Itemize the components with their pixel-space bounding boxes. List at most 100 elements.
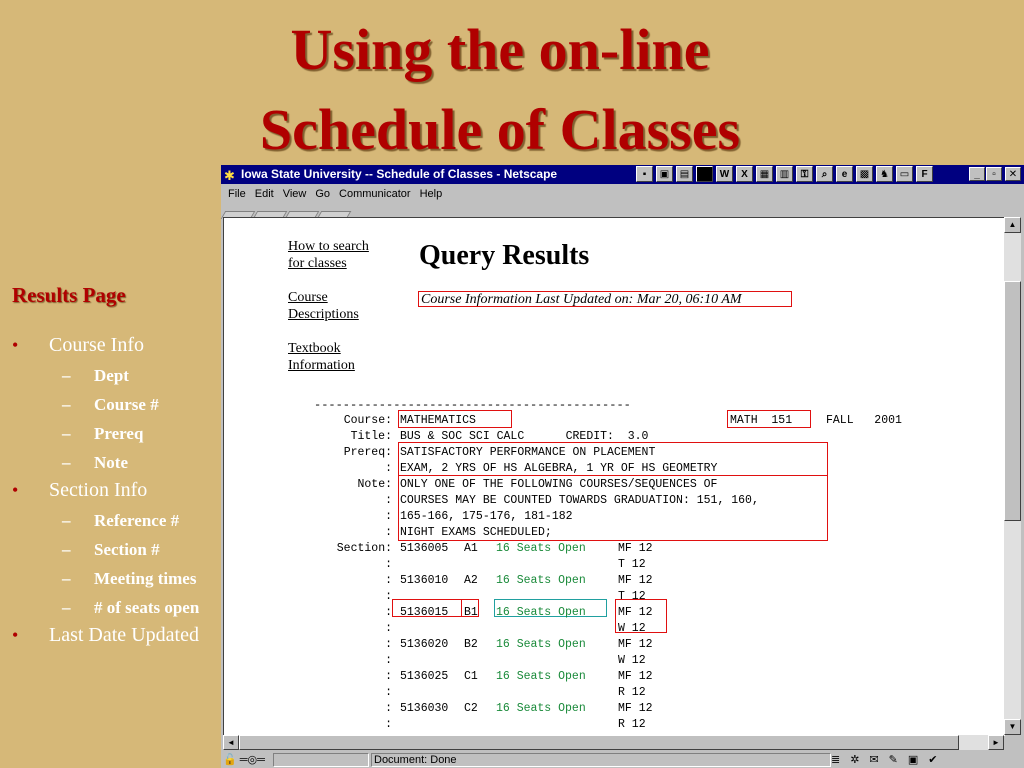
section-number: B1 — [464, 606, 478, 619]
seats-open: 16 Seats Open — [496, 702, 586, 715]
checklist-icon[interactable]: ✔ — [928, 752, 937, 768]
sub-bullet-label: Section # — [94, 540, 160, 559]
section-colon: : — [385, 574, 392, 587]
menu-item-view[interactable]: View — [283, 188, 307, 200]
scroll-left-arrow[interactable]: ◄ — [223, 735, 239, 750]
seats-open: 16 Seats Open — [496, 606, 586, 619]
sub-bullet-item: – Dept — [12, 361, 222, 390]
sub-bullet-item: – Course # — [12, 390, 222, 419]
note-colon-2: : — [385, 510, 392, 523]
tray-icon-8[interactable]: ♞ — [876, 166, 893, 182]
ie-icon[interactable]: e — [836, 166, 853, 182]
netscape-icon: ✱ — [224, 168, 235, 183]
section-colon: : — [385, 702, 392, 715]
query-results-heading: Query Results — [419, 240, 590, 271]
tray-icon-4[interactable]: █ — [696, 166, 713, 182]
scroll-down-arrow[interactable]: ▼ — [1004, 719, 1021, 735]
tray-icon-2[interactable]: ▣ — [656, 166, 673, 182]
meeting-time: MF 12 — [618, 574, 653, 587]
status-text: Document: Done — [374, 754, 457, 766]
meeting-time: W 12 — [618, 654, 646, 667]
results-page-heading: Results Page — [12, 283, 126, 307]
tray-icon-9[interactable]: ▭ — [896, 166, 913, 182]
tray-icon-6[interactable]: ▥ — [776, 166, 793, 182]
note-colon-1: : — [385, 494, 392, 507]
bullet-list: • Course Info – Dept – Course # – Prereq – Note • S… — [12, 332, 222, 651]
meeting-time: MF 12 — [618, 606, 653, 619]
minimize-button[interactable]: _ — [969, 167, 985, 181]
menu-item-file[interactable]: File — [228, 188, 246, 200]
mail-icon[interactable]: ✉ — [869, 752, 878, 768]
section-number: A2 — [464, 574, 478, 587]
meeting-time: MF 12 — [618, 638, 653, 651]
note-highlight — [398, 475, 828, 541]
meeting-time: R 12 — [618, 686, 646, 699]
discussion-icon[interactable]: ✎ — [889, 752, 898, 768]
slide-title-line2: Schedule of Classes — [259, 97, 741, 162]
menu-item-edit[interactable]: Edit — [255, 188, 274, 200]
course-term: FALL 2001 — [826, 414, 902, 427]
messenger-icon[interactable]: ✲ — [850, 752, 859, 768]
section-reference-number: 5136010 — [400, 574, 449, 587]
find-icon[interactable]: ⌕ — [816, 166, 833, 182]
bullet-item: • Last Date Updated — [12, 622, 222, 649]
sub-bullet-label: Prereq — [94, 424, 144, 443]
seats-open: 16 Seats Open — [496, 542, 586, 555]
course-descriptions-link[interactable]: Course Descriptions — [288, 289, 388, 323]
browser-window: ✱ Iowa State University -- Schedule of C… — [220, 165, 1024, 768]
ftp-icon[interactable]: F — [916, 166, 933, 182]
menu-item-communicator[interactable]: Communicator — [339, 188, 411, 200]
how-to-search-link[interactable]: How to search for classes — [288, 238, 388, 272]
sub-bullet-dash: – — [62, 395, 71, 414]
bullet-label: Course Info — [49, 334, 144, 356]
meeting-time: T 12 — [618, 558, 646, 571]
scroll-right-arrow[interactable]: ► — [988, 735, 1004, 750]
bullet-dot: • — [12, 335, 19, 355]
menu-item-go[interactable]: Go — [315, 188, 330, 200]
sub-bullet-dash: – — [62, 569, 71, 588]
tray-icon-7[interactable]: ▩ — [856, 166, 873, 182]
horizontal-scroll-thumb[interactable] — [239, 735, 959, 750]
sub-bullet-item: – Section # — [12, 535, 222, 564]
key-icon[interactable]: ⚿ — [796, 166, 813, 182]
navigator-icon[interactable]: ≣ — [831, 752, 840, 768]
sub-bullet-label: # of seats open — [94, 598, 200, 617]
word-icon[interactable]: W — [716, 166, 733, 182]
maximize-button[interactable]: ▫ — [986, 167, 1002, 181]
note-colon-3: : — [385, 526, 392, 539]
menu-bar: File Edit View Go Communicator Help — [221, 185, 1024, 203]
tray-icon-1[interactable]: ▪ — [636, 166, 653, 182]
window-title: Iowa State University -- Schedule of Cla… — [241, 167, 558, 181]
course-label: Course: — [343, 414, 392, 427]
excel-icon[interactable]: X — [736, 166, 753, 182]
meeting-time: MF 12 — [618, 670, 653, 683]
scroll-up-arrow[interactable]: ▲ — [1004, 217, 1021, 233]
section-colon: : — [385, 718, 392, 731]
sub-bullet-item: – # of seats open — [12, 593, 222, 622]
toolbar-collapse-tabs[interactable] — [220, 206, 1013, 219]
tray-icon-5[interactable]: ▦ — [756, 166, 773, 182]
security-lock-icon[interactable]: 🔓 ═◎═ — [223, 752, 273, 768]
composer-icon[interactable]: ▣ — [908, 752, 918, 768]
sub-bullet-dash: – — [62, 598, 71, 617]
seats-open: 16 Seats Open — [496, 670, 586, 683]
seats-open: 16 Seats Open — [496, 574, 586, 587]
menu-item-help[interactable]: Help — [420, 188, 443, 200]
section-label: Section: — [336, 542, 392, 555]
horizontal-scrollbar[interactable]: ◄ ► — [223, 735, 1004, 750]
vertical-scroll-thumb[interactable] — [1004, 281, 1021, 521]
bullet-dot: • — [12, 625, 19, 645]
sub-bullet-dash: – — [62, 366, 71, 385]
sub-bullet-label: Reference # — [94, 511, 180, 530]
bullet-label: Section Info — [49, 479, 148, 501]
bullet-label: Last Date Updated — [49, 624, 199, 646]
vertical-scrollbar[interactable]: ▲ ▼ — [1004, 217, 1021, 735]
section-colon: : — [385, 670, 392, 683]
nav-links: How to search for classes Course Descrip… — [288, 238, 388, 391]
prereq-highlight — [398, 442, 828, 476]
close-button[interactable]: ✕ — [1005, 167, 1021, 181]
textbook-information-link[interactable]: Textbook Information — [288, 340, 388, 374]
taskbar-tray: ▪ ▣ ▤ █ W X ▦ ▥ ⚿ ⌕ e ▩ ♞ ▭ F — [636, 166, 933, 182]
tray-icon-3[interactable]: ▤ — [676, 166, 693, 182]
note-label: Note: — [357, 478, 392, 491]
